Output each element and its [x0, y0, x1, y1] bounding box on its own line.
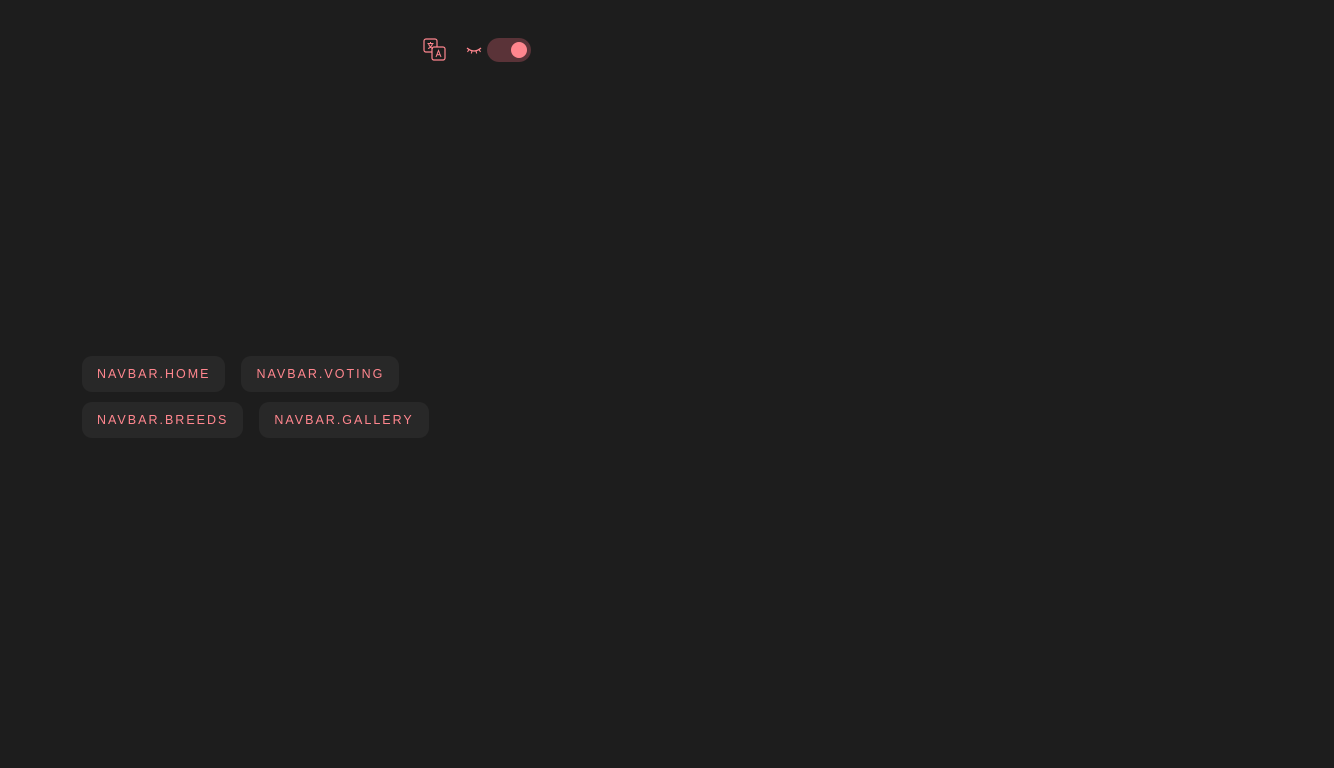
toggle-knob: [511, 42, 527, 58]
nav-gallery-button[interactable]: NAVBAR.GALLERY: [259, 402, 429, 438]
navbar-row: NAVBAR.HOME NAVBAR.VOTING: [82, 356, 442, 392]
theme-toggle[interactable]: [487, 38, 531, 62]
page: NAVBAR.HOME NAVBAR.VOTING NAVBAR.BREEDS …: [0, 0, 1334, 768]
translate-icon: [423, 38, 446, 61]
nav-home-button[interactable]: NAVBAR.HOME: [82, 356, 226, 392]
top-controls: [421, 36, 531, 64]
navbar: NAVBAR.HOME NAVBAR.VOTING NAVBAR.BREEDS …: [82, 356, 442, 448]
language-switch-button[interactable]: [421, 36, 449, 64]
nav-voting-button[interactable]: NAVBAR.VOTING: [241, 356, 400, 392]
nav-breeds-button[interactable]: NAVBAR.BREEDS: [82, 402, 244, 438]
navbar-row: NAVBAR.BREEDS NAVBAR.GALLERY: [82, 402, 442, 438]
closed-eye-icon: [465, 44, 483, 56]
